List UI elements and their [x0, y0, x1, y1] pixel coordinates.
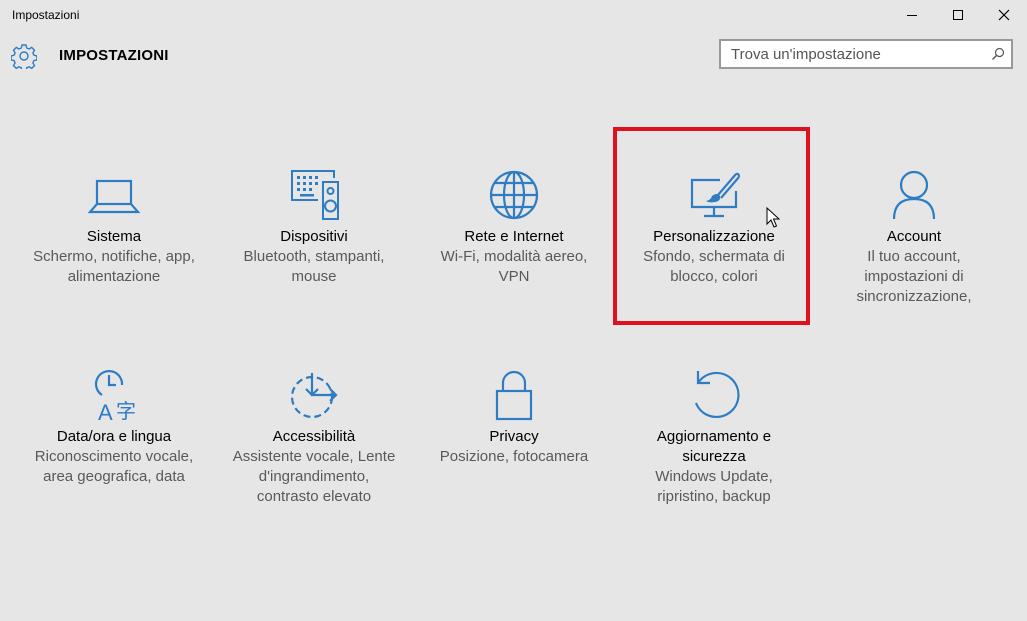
tile-aggiornamento-sicurezza[interactable]: Aggiornamento e sicurezza Windows Update…	[614, 365, 814, 507]
tile-desc: d'ingrandimento,	[258, 468, 370, 485]
search-icon[interactable]	[991, 47, 1005, 61]
tile-name: Dispositivi	[280, 228, 348, 245]
tile-desc: Riconoscimento vocale,	[34, 448, 194, 465]
tile-sistema[interactable]: Sistema Schermo, notifiche, app, aliment…	[14, 165, 214, 287]
globe-icon	[489, 170, 539, 220]
tile-desc: mouse	[291, 268, 337, 285]
tile-desc: Posizione, fotocamera	[439, 448, 589, 465]
tile-desc: Wi-Fi, modalità aereo,	[440, 248, 588, 265]
lock-icon	[495, 370, 533, 421]
tile-desc: Schermo, notifiche, app,	[33, 248, 195, 265]
minimize-icon	[907, 15, 917, 16]
tile-desc: area geografica, data	[43, 468, 185, 485]
tile-account[interactable]: Account Il tuo account, impostazioni di …	[814, 165, 1014, 307]
tile-name: Data/ora e lingua	[56, 428, 172, 445]
tile-data-ora-lingua[interactable]: A 字 Data/ora e lingua Riconoscimento voc…	[14, 365, 214, 487]
minimize-button[interactable]	[889, 0, 935, 30]
window-title: Impostazioni	[12, 8, 80, 22]
person-icon	[892, 170, 936, 220]
tile-name: Sistema	[86, 228, 142, 245]
maximize-icon	[953, 10, 963, 20]
svg-text:字: 字	[116, 399, 136, 423]
tile-desc: Bluetooth, stampanti,	[243, 248, 385, 265]
tile-name: Accessibilità	[272, 428, 356, 445]
tile-privacy[interactable]: Privacy Posizione, fotocamera	[414, 365, 614, 467]
title-bar: Impostazioni	[0, 0, 1027, 30]
search-input[interactable]	[721, 41, 991, 67]
tile-name: Rete e Internet	[464, 228, 564, 245]
devices-icon	[291, 170, 339, 220]
tile-dispositivi[interactable]: Dispositivi Bluetooth, stampanti, mouse	[214, 165, 414, 287]
tile-name: Privacy	[489, 428, 539, 445]
laptop-icon	[87, 179, 141, 214]
close-button[interactable]	[981, 0, 1027, 30]
close-icon	[998, 9, 1010, 21]
tile-desc: sincronizzazione,	[856, 288, 972, 305]
update-icon	[694, 371, 740, 419]
tile-desc: impostazioni di	[864, 268, 964, 285]
page-title: IMPOSTAZIONI	[59, 47, 169, 64]
time-language-icon: A 字	[95, 370, 136, 425]
search-box[interactable]	[719, 39, 1013, 69]
tile-name-line1: Aggiornamento e	[656, 428, 772, 445]
tile-accessibilita[interactable]: Accessibilità Assistente vocale, Lente d…	[214, 365, 414, 507]
svg-text:A: A	[98, 400, 113, 425]
highlight-box	[613, 127, 810, 325]
mouse-cursor-icon	[766, 207, 780, 228]
maximize-button[interactable]	[935, 0, 981, 30]
tile-rete-internet[interactable]: Rete e Internet Wi-Fi, modalità aereo, V…	[414, 165, 614, 287]
tile-desc: ripristino, backup	[657, 488, 771, 505]
tile-desc: VPN	[498, 268, 530, 285]
gear-icon	[11, 44, 37, 69]
tile-desc: Windows Update,	[655, 468, 773, 485]
tile-desc: Assistente vocale, Lente	[232, 448, 396, 465]
tile-desc: Il tuo account,	[867, 248, 961, 265]
tile-name: Account	[886, 228, 942, 245]
tile-name-line2: sicurezza	[682, 448, 746, 465]
accessibility-icon	[290, 373, 338, 419]
tile-desc: contrasto elevato	[256, 488, 372, 505]
tile-desc: alimentazione	[67, 268, 161, 285]
